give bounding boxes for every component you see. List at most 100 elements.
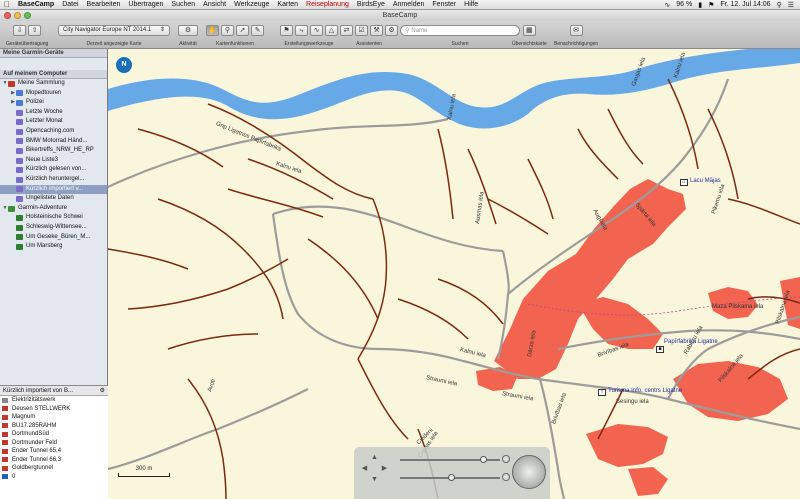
tree-item[interactable]: Letzter Monat <box>0 117 107 127</box>
menu-datei[interactable]: Datei <box>58 1 82 8</box>
tree-item[interactable]: Opencaching.com <box>0 127 107 137</box>
map-view[interactable]: N Gnp Ligatnes Papīrfabrika Kalnu iela K… <box>108 49 800 499</box>
compass-icon[interactable]: N <box>116 57 132 73</box>
waypoint-item[interactable]: BÜ17.285RAHM <box>0 422 108 431</box>
menu-reiseplanung[interactable]: Reiseplanung <box>302 1 353 8</box>
pan-right-icon[interactable]: ▶ <box>380 464 389 473</box>
overview-map-icon[interactable]: ▦ <box>522 25 536 36</box>
menu-suchen[interactable]: Suchen <box>167 1 199 8</box>
menu-uebertragen[interactable]: Übertragen <box>124 1 167 8</box>
waypoint-item[interactable]: Elektrizitätswerk <box>0 396 108 405</box>
tree-item[interactable]: ▶ Mopedtouren <box>0 89 107 99</box>
poi-label[interactable]: Papīrfabrika Ligatne <box>664 339 718 345</box>
new-waypoint-icon[interactable]: ⚑ <box>280 25 293 36</box>
close-button[interactable] <box>4 12 11 19</box>
map-canvas[interactable] <box>108 49 800 499</box>
zoom-button[interactable] <box>24 12 31 19</box>
waypoint-item[interactable]: DortmundSüd <box>0 430 108 439</box>
main-toolbar: ⇩ ⇧ Geräteübertragung City Navigator Eur… <box>0 21 800 49</box>
transfer-label: Geräteübertragung <box>6 41 49 47</box>
factory-icon[interactable]: ■ <box>656 346 664 353</box>
computer-header[interactable]: Auf meinem Computer <box>0 70 107 79</box>
new-track-icon[interactable]: ∿ <box>310 25 323 36</box>
tree-item[interactable]: ▼ Garmin-Adventure <box>0 204 107 214</box>
menu-werkzeuge[interactable]: Werkzeuge <box>230 1 273 8</box>
tree-item[interactable]: Kürzlich gelesen von... <box>0 165 107 175</box>
menu-hilfe[interactable]: Hilfe <box>460 1 482 8</box>
tilt-slider[interactable] <box>400 474 500 481</box>
search-icon[interactable]: ⚲ <box>777 1 782 9</box>
bike-assistant-icon[interactable]: ☑ <box>355 25 368 36</box>
route-assistant-icon[interactable]: ⇄ <box>340 25 353 36</box>
info-icon[interactable]: i <box>598 389 606 396</box>
tree-item[interactable]: BMW Motorrad Händ... <box>0 137 107 147</box>
settings-assistant-icon[interactable]: ⚙ <box>385 25 398 36</box>
rotate-dial[interactable] <box>512 455 546 489</box>
waypoint-label: BÜ17.285RAHM <box>12 422 57 429</box>
new-area-icon[interactable]: △ <box>325 25 338 36</box>
waypoint-item[interactable]: Ender Tunnel 66,3 <box>0 456 108 465</box>
menu-bearbeiten[interactable]: Bearbeiten <box>83 1 125 8</box>
menu-birdseye[interactable]: BirdsEye <box>353 1 389 8</box>
menu-fenster[interactable]: Fenster <box>428 1 460 8</box>
pan-down-icon[interactable]: ▼ <box>370 475 379 484</box>
list-icon[interactable]: ☰ <box>788 1 794 9</box>
map-select[interactable]: City Navigator Europe NT 2014.1 ⇕ <box>58 25 170 36</box>
hand-tool-icon[interactable]: ✋ <box>206 25 219 36</box>
waypoint-item[interactable]: Ender Tunnel 65,4 <box>0 447 108 456</box>
pan-up-icon[interactable]: ▲ <box>370 453 379 462</box>
battery-icon[interactable]: ▮ <box>698 1 702 9</box>
tree-item[interactable]: Neue Liste3 <box>0 156 107 166</box>
tree-item[interactable]: Kürzlich heruntergel... <box>0 175 107 185</box>
minimize-button[interactable] <box>14 12 21 19</box>
zoom-in-button[interactable] <box>502 455 510 463</box>
zoom-slider[interactable] <box>400 456 500 463</box>
zoom-tool-icon[interactable]: ⚲ <box>221 25 234 36</box>
clock[interactable]: Fr. 12. Jul 14:06 <box>720 1 770 8</box>
tree-item-label: Ungelistete Daten <box>26 195 74 202</box>
waypoint-item[interactable]: 0 <box>0 473 108 482</box>
waypoint-item[interactable]: Goldbergtunnel <box>0 464 108 473</box>
tree-item[interactable]: ▶ Polizei <box>0 98 107 108</box>
receive-icon[interactable]: ⇩ <box>13 25 27 36</box>
tree-item[interactable]: Kürzlich importiert v... <box>0 184 107 195</box>
apple-icon[interactable]:  <box>0 0 14 9</box>
flag-icon[interactable]: ⚑ <box>708 1 714 9</box>
gear-icon[interactable]: ⚙ <box>100 387 105 394</box>
waypoint-item[interactable]: Dortmunder Feld <box>0 439 108 448</box>
menu-app[interactable]: BaseCamp <box>14 1 58 8</box>
trip-assistant-icon[interactable]: ⚒ <box>370 25 383 36</box>
tree-item[interactable]: Bikertreffs_NRW_HE_RP <box>0 146 107 156</box>
zoom-out-button[interactable] <box>502 473 510 481</box>
battery-text[interactable]: 96 % <box>676 1 692 8</box>
select-tool-icon[interactable]: ➚ <box>236 25 249 36</box>
waypoint-item[interactable]: Magnum <box>0 413 108 422</box>
devices-header[interactable]: Meine Garmin-Geräte <box>0 49 107 58</box>
send-icon[interactable]: ⇧ <box>28 25 42 36</box>
measure-tool-icon[interactable]: ✎ <box>251 25 264 36</box>
tilt-knob[interactable] <box>448 474 455 481</box>
wifi-icon[interactable]: ∿ <box>664 1 670 9</box>
search-input[interactable]: ⚲ Name <box>400 25 520 36</box>
tree-item[interactable]: ▼ Meine Sammlung <box>0 79 107 89</box>
house-icon[interactable]: ⌂ <box>680 179 688 186</box>
activity-select[interactable]: ⚙ <box>178 25 198 36</box>
tree-item[interactable]: Schleswig-Wittensee... <box>0 223 107 233</box>
tree-item[interactable]: Holsteinische Schwei <box>0 213 107 223</box>
new-route-icon[interactable]: ⤷ <box>295 25 308 36</box>
folder-icon <box>16 167 23 174</box>
tree-item[interactable]: Ungelistete Daten <box>0 194 107 204</box>
notifications-icon[interactable]: ✉ <box>569 25 583 36</box>
pan-left-icon[interactable]: ◀ <box>360 464 369 473</box>
mac-menubar:  BaseCamp Datei Bearbeiten Übertragen S… <box>0 0 800 10</box>
tree-item[interactable]: Um Marsberg <box>0 242 107 252</box>
waypoint-item[interactable]: Deusen STELLWERK <box>0 405 108 414</box>
menu-ansicht[interactable]: Ansicht <box>199 1 230 8</box>
poi-label[interactable]: Lacu Mājas <box>690 178 721 184</box>
tree-item[interactable]: Letzte Woche <box>0 108 107 118</box>
tree-item[interactable]: Um Geseke_Büren_M... <box>0 233 107 243</box>
menu-anmelden[interactable]: Anmelden <box>389 1 429 8</box>
poi-label[interactable]: Turisma Info. centrs Ligatne <box>608 388 682 394</box>
menu-karten[interactable]: Karten <box>273 1 302 8</box>
zoom-knob[interactable] <box>480 456 487 463</box>
